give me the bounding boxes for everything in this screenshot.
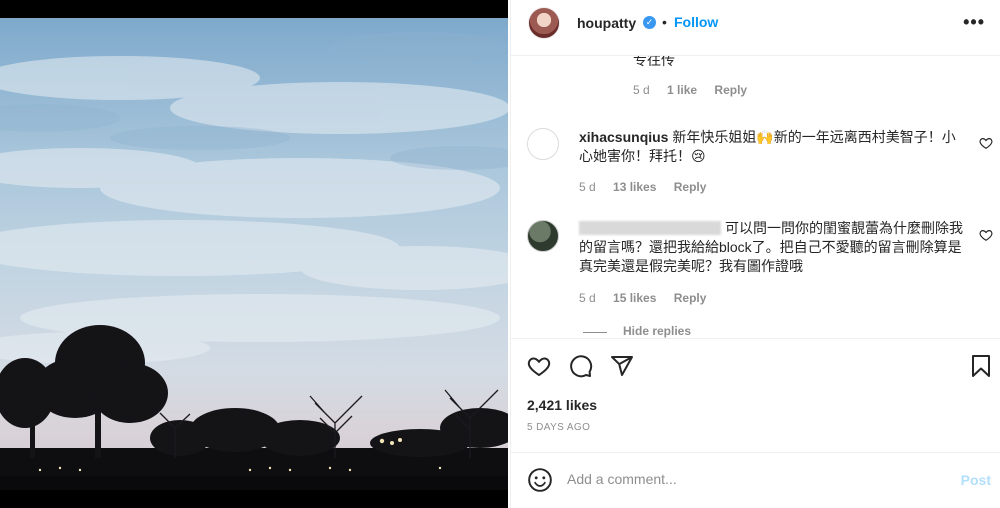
- comment-age: 5 d: [579, 291, 596, 305]
- comment-input[interactable]: [567, 468, 927, 490]
- bookmark-icon[interactable]: [969, 354, 993, 378]
- author-avatar[interactable]: [528, 7, 560, 39]
- more-options-icon[interactable]: •••: [963, 12, 985, 33]
- comment-body: 可以問一問你的閨蜜靚蕾為什麼刪除我的留言嗎？還把我給給block了。把自己不愛聽…: [579, 219, 963, 276]
- emoji-icon[interactable]: [527, 467, 553, 493]
- commenter-username[interactable]: xihacsunqius: [579, 129, 668, 145]
- commenter-avatar[interactable]: [527, 220, 559, 252]
- comment-body: xihacsunqius 新年快乐姐姐🙌新的一年远离西村美智子！小心她害你！拜托…: [579, 128, 963, 166]
- follow-button[interactable]: Follow: [674, 14, 718, 30]
- comment-like-heart-icon[interactable]: [979, 228, 993, 242]
- comments-list[interactable]: 专往传 5 d 1 like Reply xihacsunqius 新年快乐姐姐…: [511, 56, 1000, 338]
- commenter-avatar[interactable]: [527, 128, 559, 160]
- post-comment-button[interactable]: Post: [961, 472, 991, 488]
- comment-age: 5 d: [579, 180, 596, 194]
- comment-meta: 5 d 1 like Reply: [633, 83, 761, 97]
- sky-trees-image: [0, 32, 508, 490]
- post-timestamp: 5 DAYS AGO: [527, 422, 591, 433]
- comment-meta: 5 d 15 likes Reply: [579, 291, 720, 305]
- send-icon[interactable]: [610, 354, 634, 378]
- comment-composer: Post: [511, 452, 1000, 508]
- verified-badge-icon: ✓: [643, 16, 656, 29]
- reply-button[interactable]: Reply: [674, 180, 707, 194]
- heart-icon[interactable]: [527, 354, 551, 378]
- reply-button[interactable]: Reply: [674, 291, 707, 305]
- hide-replies-button[interactable]: Hide replies: [623, 324, 691, 338]
- comment-meta: 5 d 13 likes Reply: [579, 180, 720, 194]
- comment-like-heart-icon[interactable]: [979, 136, 993, 150]
- author-username[interactable]: houpatty: [577, 15, 636, 31]
- hide-replies-line: [583, 332, 607, 333]
- blurred-username: [579, 221, 721, 235]
- comment-likes[interactable]: 13 likes: [613, 180, 656, 194]
- separator-dot: •: [662, 14, 667, 30]
- action-bar: [511, 338, 1000, 388]
- truncated-comment-text: 专往传: [633, 56, 675, 68]
- reply-button[interactable]: Reply: [714, 83, 747, 97]
- post-media: [0, 0, 508, 508]
- comment-age: 5 d: [633, 83, 650, 97]
- comment-likes[interactable]: 15 likes: [613, 291, 656, 305]
- like-count[interactable]: 2,421 likes: [527, 397, 597, 413]
- post-panel: houpatty ✓ • Follow ••• 专往传 5 d 1 like R…: [510, 0, 1000, 508]
- post-header: houpatty ✓ • Follow •••: [511, 0, 1000, 56]
- comment-likes[interactable]: 1 like: [667, 83, 697, 97]
- post-photo[interactable]: [0, 18, 508, 490]
- comment-icon[interactable]: [569, 354, 593, 378]
